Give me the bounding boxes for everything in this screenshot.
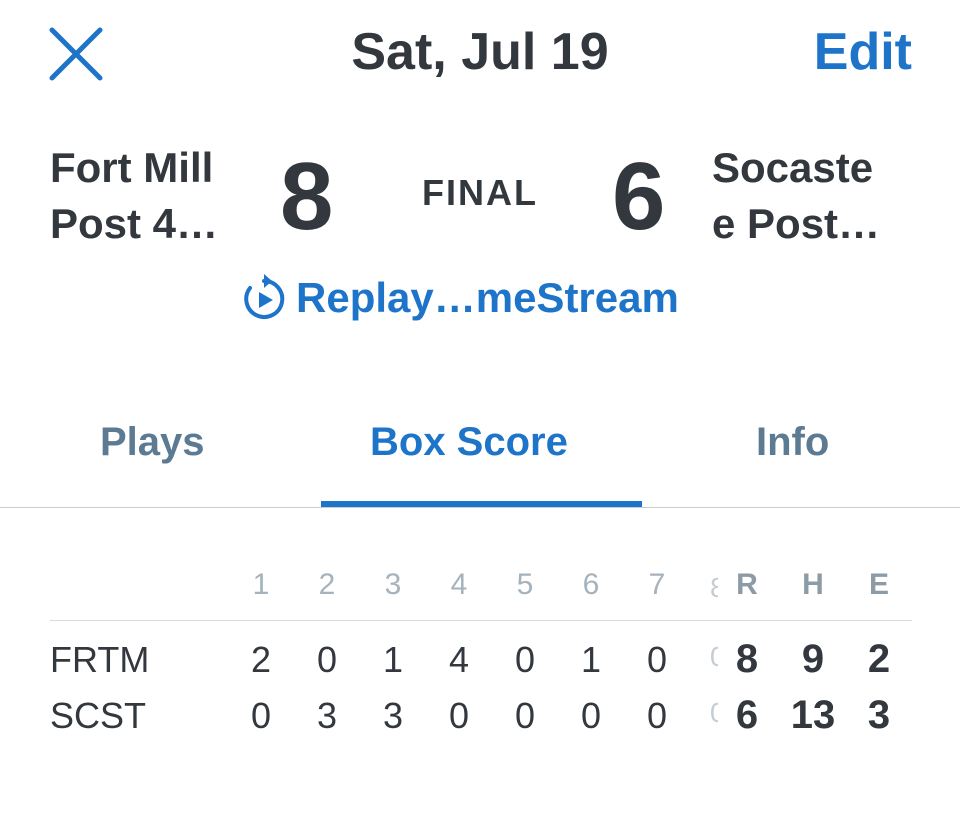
inning-header: 2 bbox=[318, 568, 336, 601]
page-title: Sat, Jul 19 bbox=[351, 23, 609, 81]
inning-header: 3 bbox=[384, 568, 402, 601]
runs-total: 8 bbox=[735, 637, 759, 681]
tab-plays[interactable]: Plays bbox=[100, 420, 205, 465]
inning-score: 0 bbox=[646, 695, 668, 736]
away-team-name: Socaste e Post… bbox=[712, 144, 881, 247]
tab-bar: Plays Box Score Info bbox=[0, 400, 960, 508]
close-button[interactable] bbox=[44, 22, 108, 86]
inning-score: 0 bbox=[448, 695, 470, 736]
tab-box-score[interactable]: Box Score bbox=[370, 420, 568, 465]
inning-score: 1 bbox=[580, 639, 602, 680]
errors-total: 2 bbox=[867, 637, 891, 681]
inning-header: 7 bbox=[648, 568, 666, 601]
team-abbreviation: SCST bbox=[50, 695, 147, 736]
errors-header: E bbox=[868, 568, 889, 601]
inning-score: 0 bbox=[316, 639, 338, 680]
tab-info[interactable]: Info bbox=[756, 420, 829, 465]
inning-score: 0 bbox=[646, 639, 668, 680]
inning-score: 0 bbox=[514, 695, 536, 736]
inning-header: 6 bbox=[582, 568, 600, 601]
home-team-score: 8 bbox=[280, 143, 334, 250]
inning-score: 0 bbox=[250, 695, 272, 736]
inning-score: 0 bbox=[514, 639, 536, 680]
hits-header: H bbox=[802, 568, 824, 601]
box-score-table: 1 2 3 4 5 6 7 8 R H E FRTM 2 0 1 4 0 1 0… bbox=[50, 560, 912, 741]
away-team-score: 6 bbox=[612, 143, 666, 250]
inning-header: 4 bbox=[450, 568, 468, 601]
inning-score: 3 bbox=[382, 695, 404, 736]
table-row: SCST 0 3 3 0 0 0 0 0 6 13 3 bbox=[50, 685, 912, 741]
hits-total: 13 bbox=[790, 693, 836, 737]
table-row: FRTM 2 0 1 4 0 1 0 0 8 9 2 bbox=[50, 629, 912, 685]
edit-button[interactable]: Edit bbox=[814, 22, 912, 82]
inning-score: 0 bbox=[580, 695, 602, 736]
home-team-name: Fort Mill Post 4… bbox=[50, 144, 219, 247]
scroll-cutoff: 0 bbox=[710, 697, 718, 728]
errors-total: 3 bbox=[867, 693, 891, 737]
team-abbreviation: FRTM bbox=[50, 639, 150, 680]
replay-label: Replay…meStream bbox=[296, 274, 679, 321]
inning-score: 3 bbox=[316, 695, 338, 736]
runs-total: 6 bbox=[735, 693, 759, 737]
game-status: FINAL bbox=[422, 172, 538, 213]
inning-score: 2 bbox=[250, 639, 272, 680]
inning-score: 1 bbox=[382, 639, 404, 680]
divider bbox=[0, 507, 960, 508]
hits-total: 9 bbox=[801, 637, 825, 681]
scroll-cutoff: 8 bbox=[710, 572, 718, 603]
box-score-header: 1 2 3 4 5 6 7 8 R H E bbox=[50, 560, 912, 620]
replay-icon bbox=[244, 274, 285, 319]
inning-header: 5 bbox=[516, 568, 534, 601]
close-icon bbox=[49, 27, 103, 81]
replay-stream-link[interactable]: Replay…meStream bbox=[240, 272, 679, 324]
scroll-cutoff: 0 bbox=[710, 641, 718, 672]
inning-header: 1 bbox=[252, 568, 270, 601]
inning-score: 4 bbox=[448, 639, 470, 680]
runs-header: R bbox=[736, 568, 758, 601]
divider bbox=[50, 620, 912, 621]
